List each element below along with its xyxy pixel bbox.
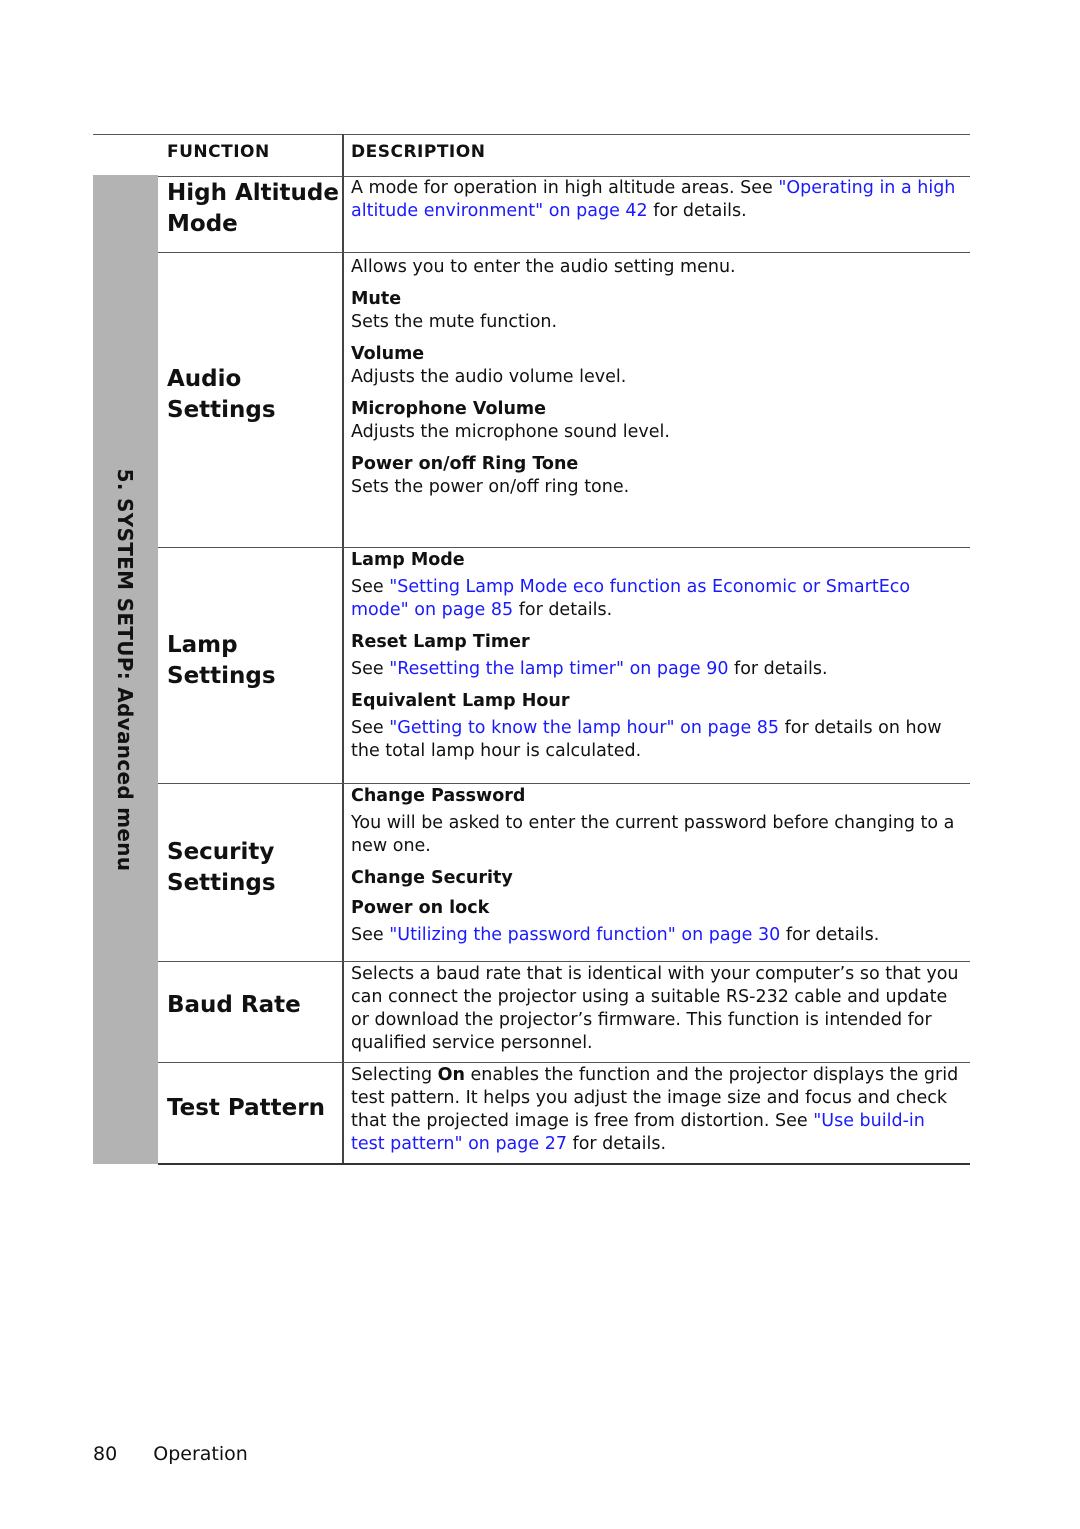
link-reset-lamp-timer[interactable]: "Resetting the lamp timer" on page 90: [389, 659, 728, 679]
function-name: High Altitude Mode: [167, 178, 342, 240]
page-footer: 80 Operation: [93, 1443, 248, 1465]
sub-item-title: Power on lock: [351, 898, 490, 918]
table-row-high-altitude-mode: High Altitude Mode A mode for operation …: [158, 175, 970, 253]
function-name-line: High Altitude: [167, 180, 339, 206]
function-description: Lamp Mode See "Setting Lamp Mode eco fun…: [351, 549, 963, 763]
table-row-lamp-settings: Lamp Settings Lamp Mode See "Setting Lam…: [158, 548, 970, 784]
table-row-baud-rate: Baud Rate Selects a baud rate that is id…: [158, 962, 970, 1063]
sub-item-title: Power on/off Ring Tone: [351, 454, 579, 474]
function-description: Selecting On enables the function and th…: [351, 1064, 963, 1156]
function-name: Security Settings: [167, 837, 342, 899]
function-name: Baud Rate: [167, 992, 301, 1018]
function-name-line: Settings: [167, 663, 276, 689]
sub-item-text: Adjusts the microphone sound level.: [351, 422, 670, 442]
table-header: FUNCTION DESCRIPTION: [93, 134, 970, 177]
sub-item-title: Reset Lamp Timer: [351, 632, 530, 652]
sub-item-title: Equivalent Lamp Hour: [351, 691, 570, 711]
link-lamp-hour[interactable]: "Getting to know the lamp hour" on page …: [389, 718, 779, 738]
function-description: Selects a baud rate that is identical wi…: [351, 964, 959, 1053]
function-name-line: Mode: [167, 211, 238, 237]
function-name: Test Pattern: [167, 1095, 325, 1121]
desc-text: See: [351, 659, 390, 679]
desc-text: for details.: [780, 925, 880, 945]
sub-item-title: Mute: [351, 289, 402, 309]
function-description: Allows you to enter the audio setting me…: [351, 256, 963, 499]
sub-item-title: Change Security: [351, 868, 513, 888]
desc-text: See: [351, 925, 390, 945]
function-description: Change Password You will be asked to ent…: [351, 785, 963, 947]
desc-text: for details.: [728, 659, 828, 679]
desc-intro: Allows you to enter the audio setting me…: [351, 257, 736, 277]
function-name: Audio Settings: [167, 364, 342, 426]
desc-text: See: [351, 577, 390, 597]
sub-item-text: Adjusts the audio volume level.: [351, 367, 627, 387]
sub-item-title: Lamp Mode: [351, 550, 465, 570]
sub-item-title: Change Password: [351, 786, 526, 806]
desc-text: Selecting: [351, 1065, 438, 1085]
table-row-audio-settings: Audio Settings Allows you to enter the a…: [158, 253, 970, 548]
sub-item-title: Volume: [351, 344, 425, 364]
table-row-security-settings: Security Settings Change Password You wi…: [158, 784, 970, 962]
table-row-test-pattern: Test Pattern Selecting On enables the fu…: [158, 1063, 970, 1165]
chapter-label: 5. SYSTEM SETUP: Advanced menu: [113, 468, 137, 872]
function-description: A mode for operation in high altitude ar…: [351, 177, 963, 223]
function-name-line: Settings: [167, 397, 276, 423]
function-name: Lamp Settings: [167, 630, 342, 692]
desc-text: for details.: [647, 201, 747, 221]
function-name-line: Lamp: [167, 632, 238, 658]
desc-text: See: [351, 718, 390, 738]
desc-text: for details.: [566, 1134, 667, 1154]
chapter-sidebar: 5. SYSTEM SETUP: Advanced menu: [93, 175, 158, 1164]
desc-bold: On: [437, 1065, 465, 1085]
sub-item-text: Sets the power on/off ring tone.: [351, 477, 630, 497]
sub-item-text: You will be asked to enter the current p…: [351, 813, 955, 856]
function-name-line: Security: [167, 839, 275, 865]
description-column-header: DESCRIPTION: [351, 142, 486, 162]
sub-item-title: Microphone Volume: [351, 399, 547, 419]
page-number: 80: [93, 1443, 118, 1465]
function-name-line: Audio: [167, 366, 242, 392]
function-name-line: Settings: [167, 870, 276, 896]
desc-text: A mode for operation in high altitude ar…: [351, 178, 779, 198]
link-lamp-mode[interactable]: "Setting Lamp Mode eco function as Econo…: [351, 577, 910, 620]
function-column-header: FUNCTION: [167, 142, 270, 162]
desc-text: for details.: [513, 600, 613, 620]
sub-item-text: Sets the mute function.: [351, 312, 558, 332]
link-password-function[interactable]: "Utilizing the password function" on pag…: [389, 925, 780, 945]
section-name: Operation: [153, 1443, 248, 1465]
